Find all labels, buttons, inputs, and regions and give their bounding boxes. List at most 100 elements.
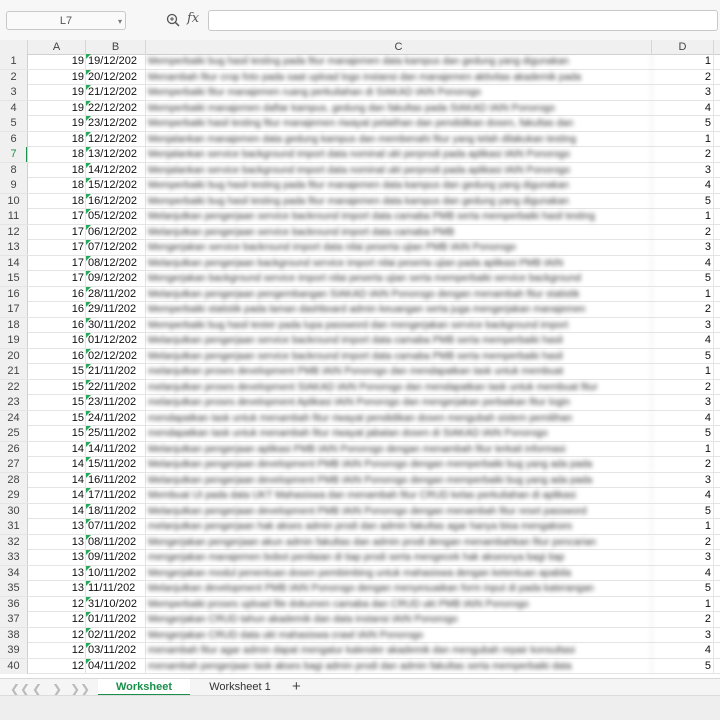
row-header[interactable]: 9 bbox=[0, 178, 28, 193]
cell-b[interactable]: 02/12/202 bbox=[86, 348, 146, 364]
cell-c[interactable]: Mengerjakan service backround import dat… bbox=[146, 240, 652, 255]
cell-d[interactable]: 2 bbox=[652, 224, 714, 240]
cell-a[interactable]: 17 bbox=[28, 224, 86, 240]
cell-d[interactable]: 5 bbox=[652, 348, 714, 364]
row-header[interactable]: 31 bbox=[0, 519, 28, 534]
cell-d[interactable]: 4 bbox=[652, 643, 714, 658]
cell-c[interactable]: Menambah fitur crop foto pada saat uploa… bbox=[146, 69, 652, 85]
table-row[interactable]: 22 15 22/11/202 melanjutkan proses developm… bbox=[0, 379, 720, 395]
cell-a[interactable]: 15 bbox=[28, 410, 86, 426]
cell-c[interactable]: Melanjutkan pengerjaan background servic… bbox=[146, 255, 652, 271]
cell-c[interactable]: Memperbaiki hasil testing fitur manajeme… bbox=[146, 116, 652, 131]
row-header[interactable]: 29 bbox=[0, 488, 28, 503]
cell-c[interactable]: Melanjutkan pengerjaan development PMB I… bbox=[146, 457, 652, 472]
cell-b[interactable]: 07/12/202 bbox=[86, 240, 146, 255]
cell-c[interactable]: menambah fitur agar admin dapat mengatur… bbox=[146, 643, 652, 658]
add-sheet-button[interactable]: + bbox=[292, 678, 301, 695]
row-header[interactable]: 2 bbox=[0, 69, 28, 85]
table-row[interactable]: 28 14 16/11/202 Melanjutkan pengerjaan deve… bbox=[0, 472, 720, 488]
cell-d[interactable]: 5 bbox=[652, 581, 714, 596]
cell-b[interactable]: 24/11/202 bbox=[86, 410, 146, 426]
cell-c[interactable]: Memperbaiki bug hasil testing pada fitur… bbox=[146, 178, 652, 193]
table-row[interactable]: 18 16 30/11/202 Memperbaiki bug hasil teste… bbox=[0, 317, 720, 333]
cell-d[interactable]: 3 bbox=[652, 472, 714, 488]
select-all-corner[interactable] bbox=[0, 40, 28, 54]
cell-b[interactable]: 16/11/202 bbox=[86, 472, 146, 488]
row-header[interactable]: 11 bbox=[0, 209, 28, 224]
table-row[interactable]: 21 15 21/11/202 melanjutkan proses developm… bbox=[0, 364, 720, 380]
cell-a[interactable]: 19 bbox=[28, 69, 86, 85]
table-row[interactable]: 11 17 05/12/202 Melanjutkan pengerjaan serv… bbox=[0, 209, 720, 225]
row-header[interactable]: 17 bbox=[0, 302, 28, 317]
cell-a[interactable]: 17 bbox=[28, 255, 86, 271]
cell-a[interactable]: 12 bbox=[28, 596, 86, 612]
cell-d[interactable]: 2 bbox=[652, 612, 714, 627]
cell-b[interactable]: 23/12/202 bbox=[86, 116, 146, 131]
cell-c[interactable]: Melanjutkan pengerjaan service backround… bbox=[146, 209, 652, 224]
table-row[interactable]: 27 14 15/11/202 Melanjutkan pengerjaan deve… bbox=[0, 457, 720, 473]
cell-a[interactable]: 16 bbox=[28, 286, 86, 302]
cell-a[interactable]: 18 bbox=[28, 131, 86, 147]
cell-d[interactable]: 2 bbox=[652, 534, 714, 550]
sheet-tab-worksheet[interactable]: Worksheet bbox=[98, 679, 190, 696]
cell-c[interactable]: Memperbaiki bug hasil testing pada fitur… bbox=[146, 54, 652, 69]
cell-c[interactable]: Menjalankan service background import da… bbox=[146, 162, 652, 178]
cell-d[interactable]: 4 bbox=[652, 255, 714, 271]
table-row[interactable]: 36 12 31/10/202 Memperbaiki proses upload f… bbox=[0, 596, 720, 612]
table-row[interactable]: 10 18 16/12/202 Memperbaiki bug hasil testi… bbox=[0, 193, 720, 209]
column-header-b[interactable]: B bbox=[86, 40, 146, 54]
cell-d[interactable]: 3 bbox=[652, 162, 714, 178]
cell-b[interactable]: 08/11/202 bbox=[86, 534, 146, 550]
cell-a[interactable]: 18 bbox=[28, 193, 86, 209]
row-header[interactable]: 18 bbox=[0, 317, 28, 333]
cell-d[interactable]: 3 bbox=[652, 240, 714, 255]
table-row[interactable]: 23 15 23/11/202 melanjutkan proses developm… bbox=[0, 395, 720, 411]
row-header[interactable]: 10 bbox=[0, 193, 28, 209]
cell-a[interactable]: 13 bbox=[28, 534, 86, 550]
row-header[interactable]: 38 bbox=[0, 627, 28, 643]
cell-a[interactable]: 13 bbox=[28, 565, 86, 581]
cell-b[interactable]: 21/12/202 bbox=[86, 85, 146, 100]
cell-c[interactable]: Mengerjakan CRUD tahun akademik dan data… bbox=[146, 612, 652, 627]
cell-b[interactable]: 15/11/202 bbox=[86, 457, 146, 472]
row-header[interactable]: 19 bbox=[0, 333, 28, 348]
cell-d[interactable]: 5 bbox=[652, 116, 714, 131]
cell-a[interactable]: 15 bbox=[28, 379, 86, 395]
cell-c[interactable]: Melanjutkan development PMB IAIN Ponorog… bbox=[146, 581, 652, 596]
cell-d[interactable]: 5 bbox=[652, 658, 714, 674]
cell-d[interactable]: 4 bbox=[652, 565, 714, 581]
cell-b[interactable]: 02/11/202 bbox=[86, 627, 146, 643]
table-row[interactable]: 32 13 08/11/202 Mengerjakan pengerjaan akun… bbox=[0, 534, 720, 550]
table-row[interactable]: 26 14 14/11/202 Melanjutkan pengerjaan apli… bbox=[0, 441, 720, 457]
cell-c[interactable]: melanjutkan proses development Aplikasi … bbox=[146, 395, 652, 410]
table-row[interactable]: 34 13 10/11/202 Mengerjakan modul penentuan… bbox=[0, 565, 720, 581]
cell-d[interactable]: 2 bbox=[652, 69, 714, 85]
cell-b[interactable]: 16/12/202 bbox=[86, 193, 146, 209]
cell-b[interactable]: 06/12/202 bbox=[86, 224, 146, 240]
cell-b[interactable]: 05/12/202 bbox=[86, 209, 146, 224]
table-row[interactable]: 40 12 04/11/202 menambah pengerjaan task ak… bbox=[0, 658, 720, 674]
function-icon[interactable]: fx bbox=[187, 11, 199, 26]
cell-a[interactable]: 19 bbox=[28, 116, 86, 131]
row-header[interactable]: 32 bbox=[0, 534, 28, 550]
row-header[interactable]: 15 bbox=[0, 271, 28, 286]
cell-a[interactable]: 16 bbox=[28, 348, 86, 364]
table-row[interactable]: 8 18 14/12/202 Menjalankan service backgrou… bbox=[0, 162, 720, 178]
cell-a[interactable]: 13 bbox=[28, 519, 86, 534]
row-header[interactable]: 30 bbox=[0, 503, 28, 519]
cell-b[interactable]: 25/11/202 bbox=[86, 426, 146, 441]
cell-d[interactable]: 4 bbox=[652, 410, 714, 426]
sheet-tab-worksheet-1[interactable]: Worksheet 1 bbox=[196, 679, 284, 696]
cell-d[interactable]: 1 bbox=[652, 209, 714, 224]
cell-a[interactable]: 17 bbox=[28, 240, 86, 255]
row-header[interactable]: 12 bbox=[0, 224, 28, 240]
row-header[interactable]: 14 bbox=[0, 255, 28, 271]
cell-c[interactable]: Menjalankan service background import da… bbox=[146, 147, 652, 162]
table-row[interactable]: 19 16 01/12/202 Melanjutkan pengerjaan serv… bbox=[0, 333, 720, 349]
row-header[interactable]: 16 bbox=[0, 286, 28, 302]
cell-c[interactable]: melanjutkan pengerjaan hak akses admin p… bbox=[146, 519, 652, 534]
cell-b[interactable]: 20/12/202 bbox=[86, 69, 146, 85]
cell-b[interactable]: 22/11/202 bbox=[86, 379, 146, 395]
cell-b[interactable]: 04/11/202 bbox=[86, 658, 146, 674]
cell-a[interactable]: 12 bbox=[28, 658, 86, 674]
